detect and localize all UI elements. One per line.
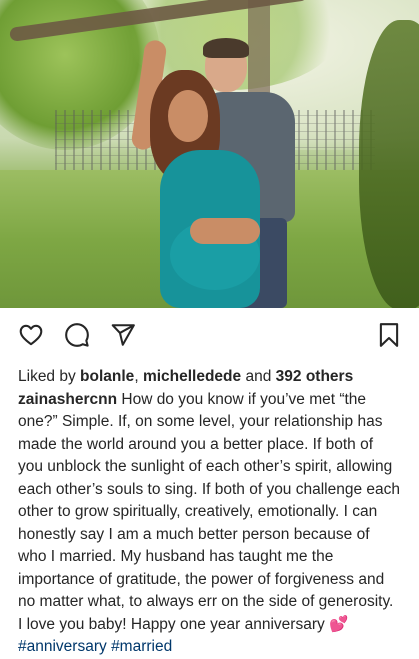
- post-action-bar: [0, 308, 419, 360]
- liked-user-link[interactable]: michelledede: [143, 368, 241, 385]
- post-caption-area: Liked by bolanle, michelledede and 392 o…: [0, 360, 419, 659]
- hashtag-link[interactable]: #married: [111, 638, 172, 655]
- likes-summary[interactable]: Liked by bolanle, michelledede and 392 o…: [18, 366, 401, 389]
- liked-user-link[interactable]: bolanle: [80, 368, 134, 385]
- two-hearts-emoji: 💕: [329, 615, 349, 633]
- likes-count-link[interactable]: 392 others: [276, 368, 354, 385]
- bookmark-icon[interactable]: [376, 322, 402, 348]
- comment-icon[interactable]: [64, 322, 90, 348]
- liked-by-label: Liked by: [18, 368, 76, 385]
- caption-body: How do you know if you’ve met “the one?”…: [18, 390, 401, 633]
- paper-plane-icon[interactable]: [110, 322, 136, 348]
- heart-icon[interactable]: [18, 322, 44, 348]
- caption-text: zainashercnn How do you know if you’ve m…: [18, 389, 401, 659]
- author-username[interactable]: zainashercnn: [18, 391, 117, 408]
- photo-woman: [130, 39, 270, 308]
- post-photo[interactable]: [0, 0, 419, 308]
- hashtag-link[interactable]: #anniversary: [18, 638, 107, 655]
